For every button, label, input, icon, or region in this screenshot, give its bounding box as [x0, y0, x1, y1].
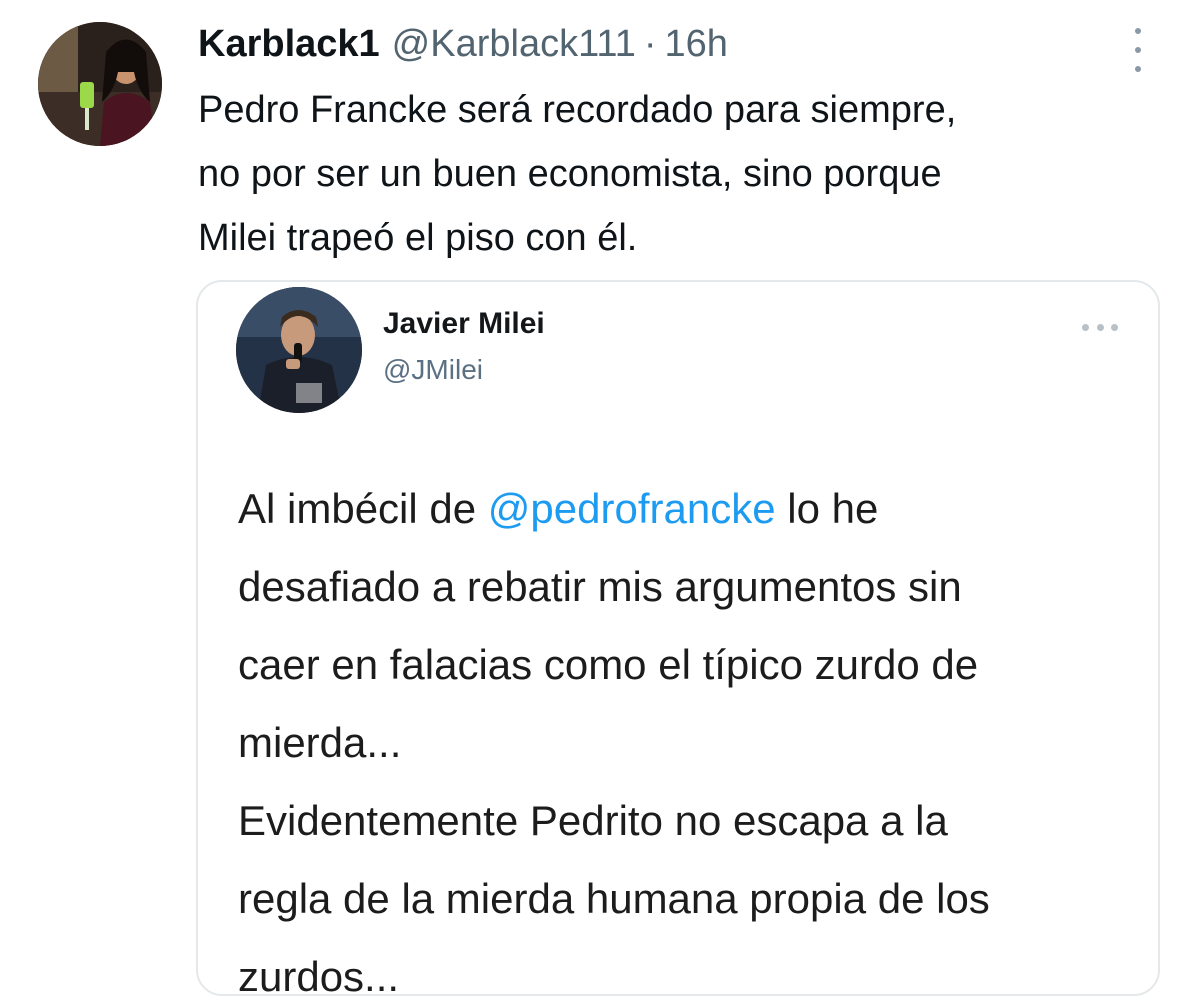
tweet-text-line: Milei trapeó el piso con él.	[198, 217, 638, 259]
more-dot	[1082, 323, 1089, 331]
tweet-header: Karblack1 @Karblack111 · 16h	[198, 22, 728, 66]
author-avatar[interactable]	[38, 22, 162, 146]
mention-link[interactable]: @pedrofrancke	[488, 485, 776, 532]
quoted-text-line: caer en falacias como el típico zurdo de	[238, 641, 979, 688]
quoted-author-avatar[interactable]	[236, 287, 362, 413]
more-dot	[1111, 323, 1118, 331]
tweet-text: Pedro Francke será recordado para siempr…	[198, 78, 1158, 270]
quoted-text-line: Al imbécil de @pedrofrancke lo he	[238, 470, 1138, 548]
header-separator: ·	[643, 22, 657, 65]
more-dot	[1135, 66, 1141, 72]
author-handle[interactable]: @Karblack111	[392, 23, 636, 66]
quoted-text-line: desafiado a rebatir mis argumentos sin	[238, 563, 962, 610]
tweet-text-line: Pedro Francke será recordado para siempr…	[198, 89, 957, 131]
tweet-text-line: no por ser un buen economista, sino porq…	[198, 153, 942, 195]
quoted-text-fragment: lo he	[775, 485, 879, 532]
quoted-text-line: mierda...	[238, 719, 402, 766]
quoted-text-line: regla de la mierda humana propia de los	[238, 875, 990, 922]
more-dot	[1135, 47, 1141, 53]
quoted-text-line: zurdos...	[238, 953, 400, 996]
quoted-text-line: Evidentemente Pedrito no escapa a la	[238, 797, 948, 844]
quoted-tweet-card[interactable]: Javier Milei @JMilei Al imbécil de @pedr…	[196, 280, 1160, 996]
more-dot	[1135, 28, 1141, 34]
quoted-tweet-text: Al imbécil de @pedrofrancke lo he desafi…	[238, 470, 1138, 996]
more-horizontal-icon[interactable]	[1082, 322, 1118, 332]
quoted-author-handle[interactable]: @JMilei	[383, 354, 483, 386]
more-vertical-icon[interactable]	[1126, 28, 1150, 72]
quoted-author-avatar-image	[236, 287, 362, 413]
more-dot	[1096, 323, 1104, 331]
quoted-author-display-name[interactable]: Javier Milei	[383, 307, 545, 341]
quoted-text-fragment: Al imbécil de	[238, 485, 488, 532]
author-display-name[interactable]: Karblack1	[198, 23, 380, 66]
tweet-timestamp[interactable]: 16h	[665, 23, 728, 66]
author-avatar-image	[38, 22, 162, 146]
